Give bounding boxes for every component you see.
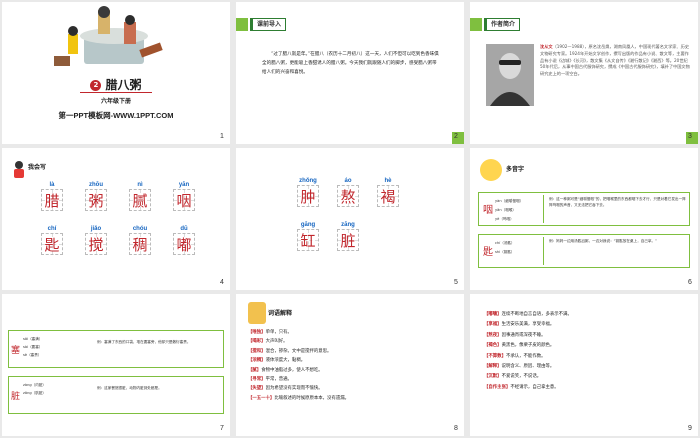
slide-number: 7 xyxy=(220,425,224,432)
char-cell: gāng 缸 xyxy=(294,222,322,251)
polyphone-readings: sāi（塞满） sài（要塞） sè（塞责） xyxy=(23,337,43,357)
section-header: 作者简介 xyxy=(484,18,521,31)
polyphone-char: 脏 xyxy=(11,392,21,402)
slide-thumbnail-6[interactable]: 多音字 咽 yàn（细嚼慢咽） yān（咽喉） yè（呜咽） 例：这一种粥可是“… xyxy=(470,148,698,290)
author-bio-text: （1902—1988），原名沈岳焕，湖南凤凰人，中国现代著名文学家、历史文物研究… xyxy=(540,44,690,77)
glossary-entry: 【唯独】单单，只有。 xyxy=(248,330,292,335)
glossary-entry: 【寻常】平常，普通。 xyxy=(248,377,292,383)
glossary-entry: 【腻】食物中油脂过多，使人不想吃。 xyxy=(248,367,323,373)
char-cell: zhǒng 肿 xyxy=(294,178,322,207)
slide-thumbnail-8[interactable]: 词语解释 【唯独】单单，只有。 【喝彩】大声叫好。 【搅和】混合，掺杂。文中是搅… xyxy=(236,294,464,436)
char-cell: hè 褐 xyxy=(374,178,402,207)
polyphone-box: 咽 yàn（细嚼慢咽） yān（咽喉） yè（呜咽） 例：这一种粥可是“细嚼慢咽… xyxy=(478,192,690,226)
glossary-entry: 【浓稠】液体浓度大，黏稠。 xyxy=(248,358,306,364)
slide-thumbnail-2[interactable]: 课前导入 “过了腊八就是年。”在腊八（农历十二月初八）这一天，人们不但可以吃到色… xyxy=(236,2,464,144)
char-cell: nì 腻 xyxy=(126,182,154,211)
char-cell: zāng 脏 xyxy=(334,222,362,251)
glossary-entry: 【熬夜】因事通宵或深夜不睡。 xyxy=(484,332,546,338)
polyphone-box: 脏 zàng（内脏） zāng（肮脏） 例：这家餐馆很脏，动物内脏到处都是。 xyxy=(8,376,224,414)
slide-thumbnail-3[interactable]: 作者简介 沈从文（1902—1988），原名沈岳焕，湖南凤凰人，中国现代著名文学… xyxy=(470,2,698,144)
section-header: 课前导入 xyxy=(250,18,287,31)
header-accent xyxy=(470,18,482,31)
slide-number: 8 xyxy=(454,425,458,432)
slide-number: 1 xyxy=(220,133,224,140)
brace-line xyxy=(543,195,547,223)
glossary-entry: 【搅和】混合，掺杂。文中是搅拌的意思。 xyxy=(248,348,332,354)
slide-thumbnail-1[interactable]: 2 腊八粥 六年级下册 第一PPT模板网-WWW.1PPT.COM xyxy=(2,2,230,144)
polyphone-char: 塞 xyxy=(11,346,21,356)
grade-label: 六年级下册 xyxy=(100,98,131,105)
glossary-entry: 【褐色】黄黑色，像栗子皮的颜色。 xyxy=(484,343,555,349)
glossary-entry: 【沉默】不爱说笑，不说话。 xyxy=(484,374,542,380)
glossary-entry: 【嘟囔】连续不断地自言自语，多表示不满。 xyxy=(484,312,572,317)
slide-number: 6 xyxy=(688,279,692,286)
polyphone-char: 匙 xyxy=(483,247,493,258)
char-cell: là 腊 xyxy=(38,182,66,211)
polyphone-box: 匙 chí（汤匙） shi（钥匙） 例：妈妈一边用汤匙舀粥，一边对我说：“钥匙放… xyxy=(478,234,690,268)
lesson-title-text: 腊八粥 xyxy=(105,78,142,92)
writing-boy-icon xyxy=(14,161,24,178)
slide-thumbnail-9[interactable]: 【嘟囔】连续不断地自言自语，多表示不满。 【享福】生活安乐美满，享受幸福。 【熬… xyxy=(470,294,698,436)
glossary-list: 【唯独】单单，只有。 【喝彩】大声叫好。 【搅和】混合，掺杂。文中是搅拌的意思。… xyxy=(248,328,458,403)
char-cell: yān 咽 xyxy=(170,182,198,211)
intro-paragraph: “过了腊八就是年。”在腊八（农历十二月初八）这一天，人们不但可以吃到色香味俱全的… xyxy=(262,52,439,75)
author-portrait xyxy=(486,44,534,106)
cartoon-icon xyxy=(248,302,266,324)
glossary-list: 【嘟囔】连续不断地自言自语，多表示不满。 【享福】生活安乐美满，享受幸福。 【熬… xyxy=(484,310,694,393)
char-cell: chí 匙 xyxy=(38,226,66,255)
family-cooking-illustration xyxy=(54,6,163,66)
polyphone-readings: zàng（内脏） zāng（肮脏） xyxy=(23,383,47,395)
lesson-number-badge: 2 xyxy=(90,80,102,91)
char-cell: dū 嘟 xyxy=(170,226,198,255)
polyphone-box: 塞 sāi（塞满） sài（要塞） sè（塞责） 例：塞满了东西的口袋，堆在要塞… xyxy=(8,330,224,368)
slide-thumbnail-7[interactable]: 塞 sāi（塞满） sài（要塞） sè（塞责） 例：塞满了东西的口袋，堆在要塞… xyxy=(2,294,230,436)
brace-line xyxy=(543,237,547,265)
header-accent xyxy=(236,18,248,31)
cartoon-icon xyxy=(480,159,502,181)
slide-number: 9 xyxy=(688,425,692,432)
glossary-entry: 【享福】生活安乐美满，享受幸福。 xyxy=(484,322,555,328)
polyphone-char: 咽 xyxy=(483,205,493,216)
slide-thumbnail-4[interactable]: 我会写 là 腊 zhōu 粥 nì 腻 yān 咽 chí 匙 jiǎo 搅 chóu 稠 … xyxy=(2,148,230,290)
glossary-entry: 【喝彩】大声叫好。 xyxy=(248,339,288,345)
author-name: 沈从文 xyxy=(540,44,553,49)
polyphone-example: 例：塞满了东西的口袋，堆在要塞旁，他却只是敷衍塞责。 xyxy=(97,340,191,344)
glossary-entry: 【自作主张】不经请示，自己拿主意。 xyxy=(484,384,559,390)
char-cell: chóu 稠 xyxy=(126,226,154,255)
slide-number: 5 xyxy=(454,279,458,286)
char-cell: jiǎo 搅 xyxy=(82,226,110,255)
char-cell: zhōu 粥 xyxy=(82,182,110,211)
slide-thumbnail-5[interactable]: zhǒng 肿 áo 熬 hè 褐 gāng 缸 zāng 脏 xyxy=(236,148,464,290)
site-watermark: 第一PPT模板网-WWW.1PPT.COM xyxy=(58,111,174,120)
glossary-entry: 【一五一十】比喻叙述的时候原原本本，没有遗漏。 xyxy=(248,395,350,401)
glossary-entry: 【不算数】不承认，不能作数。 xyxy=(484,353,546,359)
glossary-entry: 【解释】说明含义、原因、理由等。 xyxy=(484,364,555,370)
section-header: 我会写 xyxy=(28,164,47,171)
section-header: 多音字 xyxy=(506,166,525,173)
slide-number: 3 xyxy=(688,133,692,140)
polyphone-example: 例：妈妈一边用汤匙舀粥，一边对我说：“钥匙放在桌上，自己拿。” xyxy=(549,239,657,243)
polyphone-example: 例：这一种粥可是“细嚼慢咽”的，把咽喉里的东西都咽下去才行，只是对着它发出一阵阵… xyxy=(549,197,686,207)
polyphone-readings: chí（汤匙） shi（钥匙） xyxy=(495,241,515,254)
char-cell: áo 熬 xyxy=(334,178,362,207)
glossary-entry: 【失望】因为希望没有实现而不愉快。 xyxy=(248,386,323,392)
slide-number: 4 xyxy=(220,279,224,286)
lesson-title: 2 腊八粥 xyxy=(2,76,230,93)
author-bio: 沈从文（1902—1988），原名沈岳焕，湖南凤凰人，中国现代著名文学家、历史文… xyxy=(540,44,692,78)
title-underline xyxy=(80,92,152,93)
polyphone-readings: yàn（细嚼慢咽） yān（咽喉） yè（呜咽） xyxy=(495,199,524,221)
polyphone-example: 例：这家餐馆很脏，动物内脏到处都是。 xyxy=(97,386,162,390)
slide-number: 2 xyxy=(454,133,458,140)
section-header: 词语解释 xyxy=(268,310,293,317)
